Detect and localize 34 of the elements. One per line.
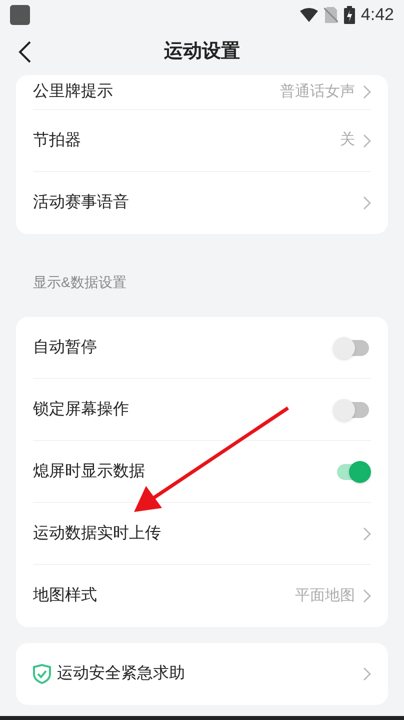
settings-row[interactable]: 运动安全紧急求助 xyxy=(33,643,371,705)
no-sim-icon xyxy=(324,7,338,23)
chevron-right-icon xyxy=(363,85,371,99)
back-icon[interactable] xyxy=(18,40,32,64)
chevron-right-icon xyxy=(363,667,371,681)
setting-label: 公里牌提示 xyxy=(33,82,113,102)
setting-label: 活动赛事语音 xyxy=(33,192,129,213)
section-heading: 显示&数据设置 xyxy=(32,273,128,292)
setting-label: 锁定屏幕操作 xyxy=(33,400,129,420)
settings-row[interactable]: 公里牌提示 普通话女声 xyxy=(33,75,371,110)
settings-row[interactable]: 节拍器 关 xyxy=(33,110,371,172)
shield-check-icon xyxy=(33,664,51,684)
app-notification-icon xyxy=(10,5,30,25)
setting-value: 平面地图 xyxy=(295,586,355,606)
setting-label: 自动暂停 xyxy=(33,338,97,358)
chevron-right-icon xyxy=(363,526,371,540)
settings-row[interactable]: 活动赛事语音 xyxy=(33,172,371,234)
chevron-right-icon xyxy=(363,196,371,210)
page-title: 运动设置 xyxy=(164,40,240,64)
setting-label: 地图样式 xyxy=(33,586,97,606)
setting-label: 节拍器 xyxy=(33,130,81,150)
settings-row[interactable]: 地图样式 平面地图 xyxy=(33,565,371,627)
setting-label: 熄屏时显示数据 xyxy=(33,462,145,482)
setting-label: 运动数据实时上传 xyxy=(33,524,161,544)
chevron-right-icon xyxy=(363,134,371,148)
toggle-switch[interactable] xyxy=(333,398,371,420)
toggle-switch[interactable] xyxy=(333,336,371,358)
wifi-icon xyxy=(300,8,318,22)
battery-charging-icon xyxy=(344,6,355,24)
chevron-right-icon xyxy=(363,589,371,603)
setting-value: 关 xyxy=(340,130,355,150)
setting-value: 普通话女声 xyxy=(280,82,355,102)
clock-time: 4:42 xyxy=(360,4,394,26)
setting-label: 运动安全紧急求助 xyxy=(57,664,185,684)
